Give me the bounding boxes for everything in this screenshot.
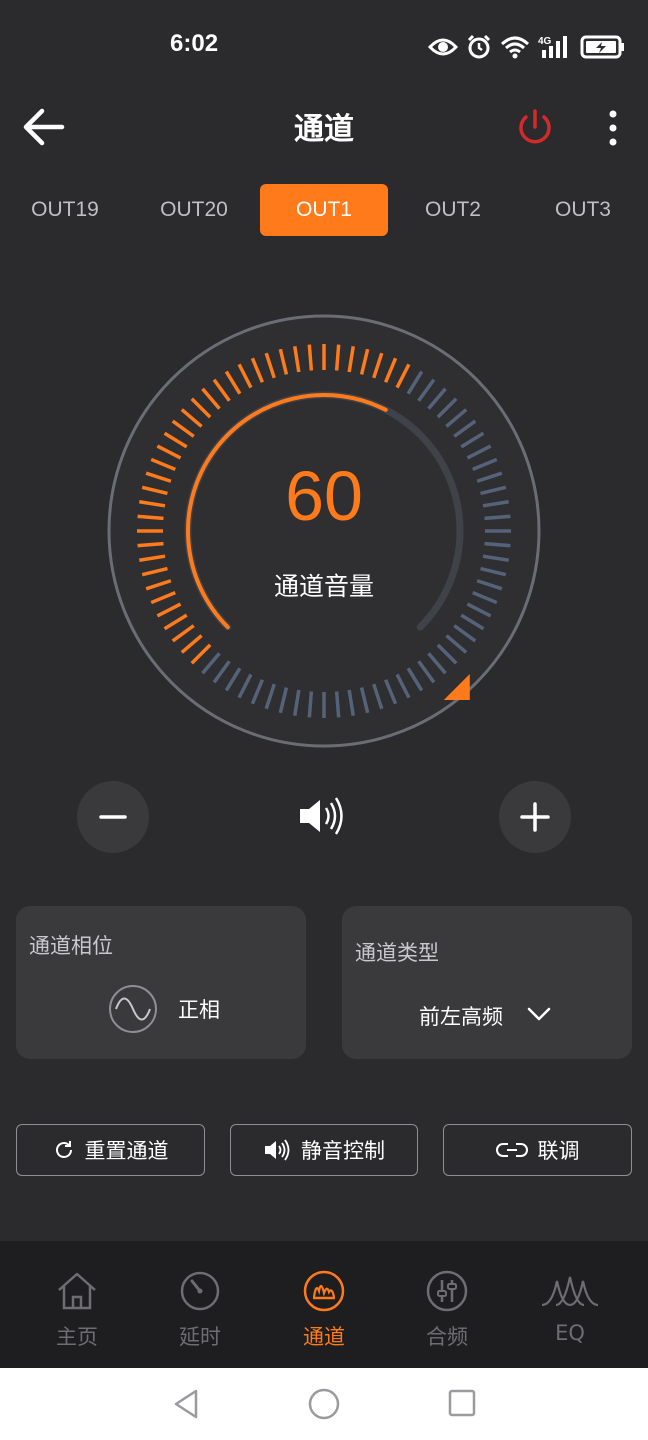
phase-value: 正相 [178,998,220,1022]
mixer-icon [426,1270,468,1312]
nav-channel[interactable]: 通道 [264,1241,384,1368]
link-adjust-button[interactable]: 联调 [443,1124,632,1176]
volume-dial[interactable] [0,0,648,760]
link-adjust-label: 联调 [537,1139,580,1163]
nav-mixer[interactable]: 合频 [387,1241,507,1368]
chevron-down-icon[interactable] [526,1004,552,1024]
bottom-navigation: 主页 延时 通道 合频 EQ [0,1241,648,1368]
type-card[interactable]: 通道类型 前左高频 [342,906,632,1059]
dial-tick [334,344,341,371]
refresh-icon [55,1141,72,1158]
sine-wave-icon [109,985,157,1033]
minus-icon [99,815,127,819]
phase-card[interactable]: 通道相位 正相 [16,906,306,1059]
timer-icon [180,1271,220,1311]
speaker-icon [300,797,343,835]
system-home-icon[interactable] [307,1387,341,1421]
reset-channel-label: 重置通道 [84,1139,169,1163]
nav-home[interactable]: 主页 [17,1241,137,1368]
nav-eq[interactable]: EQ [510,1241,630,1368]
system-recents-icon[interactable] [447,1388,477,1418]
dial-tick [307,344,314,371]
nav-mixer-label: 合频 [426,1325,468,1349]
mute-control-button[interactable]: 静音控制 [230,1124,418,1176]
channel-icon [303,1270,345,1312]
mute-control-label: 静音控制 [301,1139,385,1163]
nav-home-label: 主页 [56,1325,98,1349]
speaker-button[interactable] [296,793,346,843]
dial-tick [307,691,314,718]
volume-value: 60 [285,457,363,535]
nav-delay-label: 延时 [179,1325,221,1349]
nav-eq-label: EQ [555,1321,585,1345]
link-icon [495,1143,528,1157]
volume-increase-button[interactable] [499,781,571,853]
speaker-small-icon [265,1139,290,1161]
plus-icon [520,802,550,832]
volume-decrease-button[interactable] [77,781,149,853]
nav-delay[interactable]: 延时 [140,1241,260,1368]
dial-tick [137,541,164,548]
reset-channel-button[interactable]: 重置通道 [16,1124,205,1176]
type-select-value[interactable]: 前左高频 [419,1001,503,1031]
phase-card-title: 通道相位 [29,934,113,958]
system-back-icon[interactable] [170,1388,202,1420]
system-nav-bar [0,1368,648,1440]
eq-wave-icon [541,1276,599,1307]
dial-tick [334,691,341,718]
type-card-title: 通道类型 [355,941,439,965]
dial-tick [484,541,511,548]
home-icon [58,1272,96,1310]
volume-label: 通道音量 [273,572,374,601]
nav-channel-label: 通道 [303,1325,345,1349]
